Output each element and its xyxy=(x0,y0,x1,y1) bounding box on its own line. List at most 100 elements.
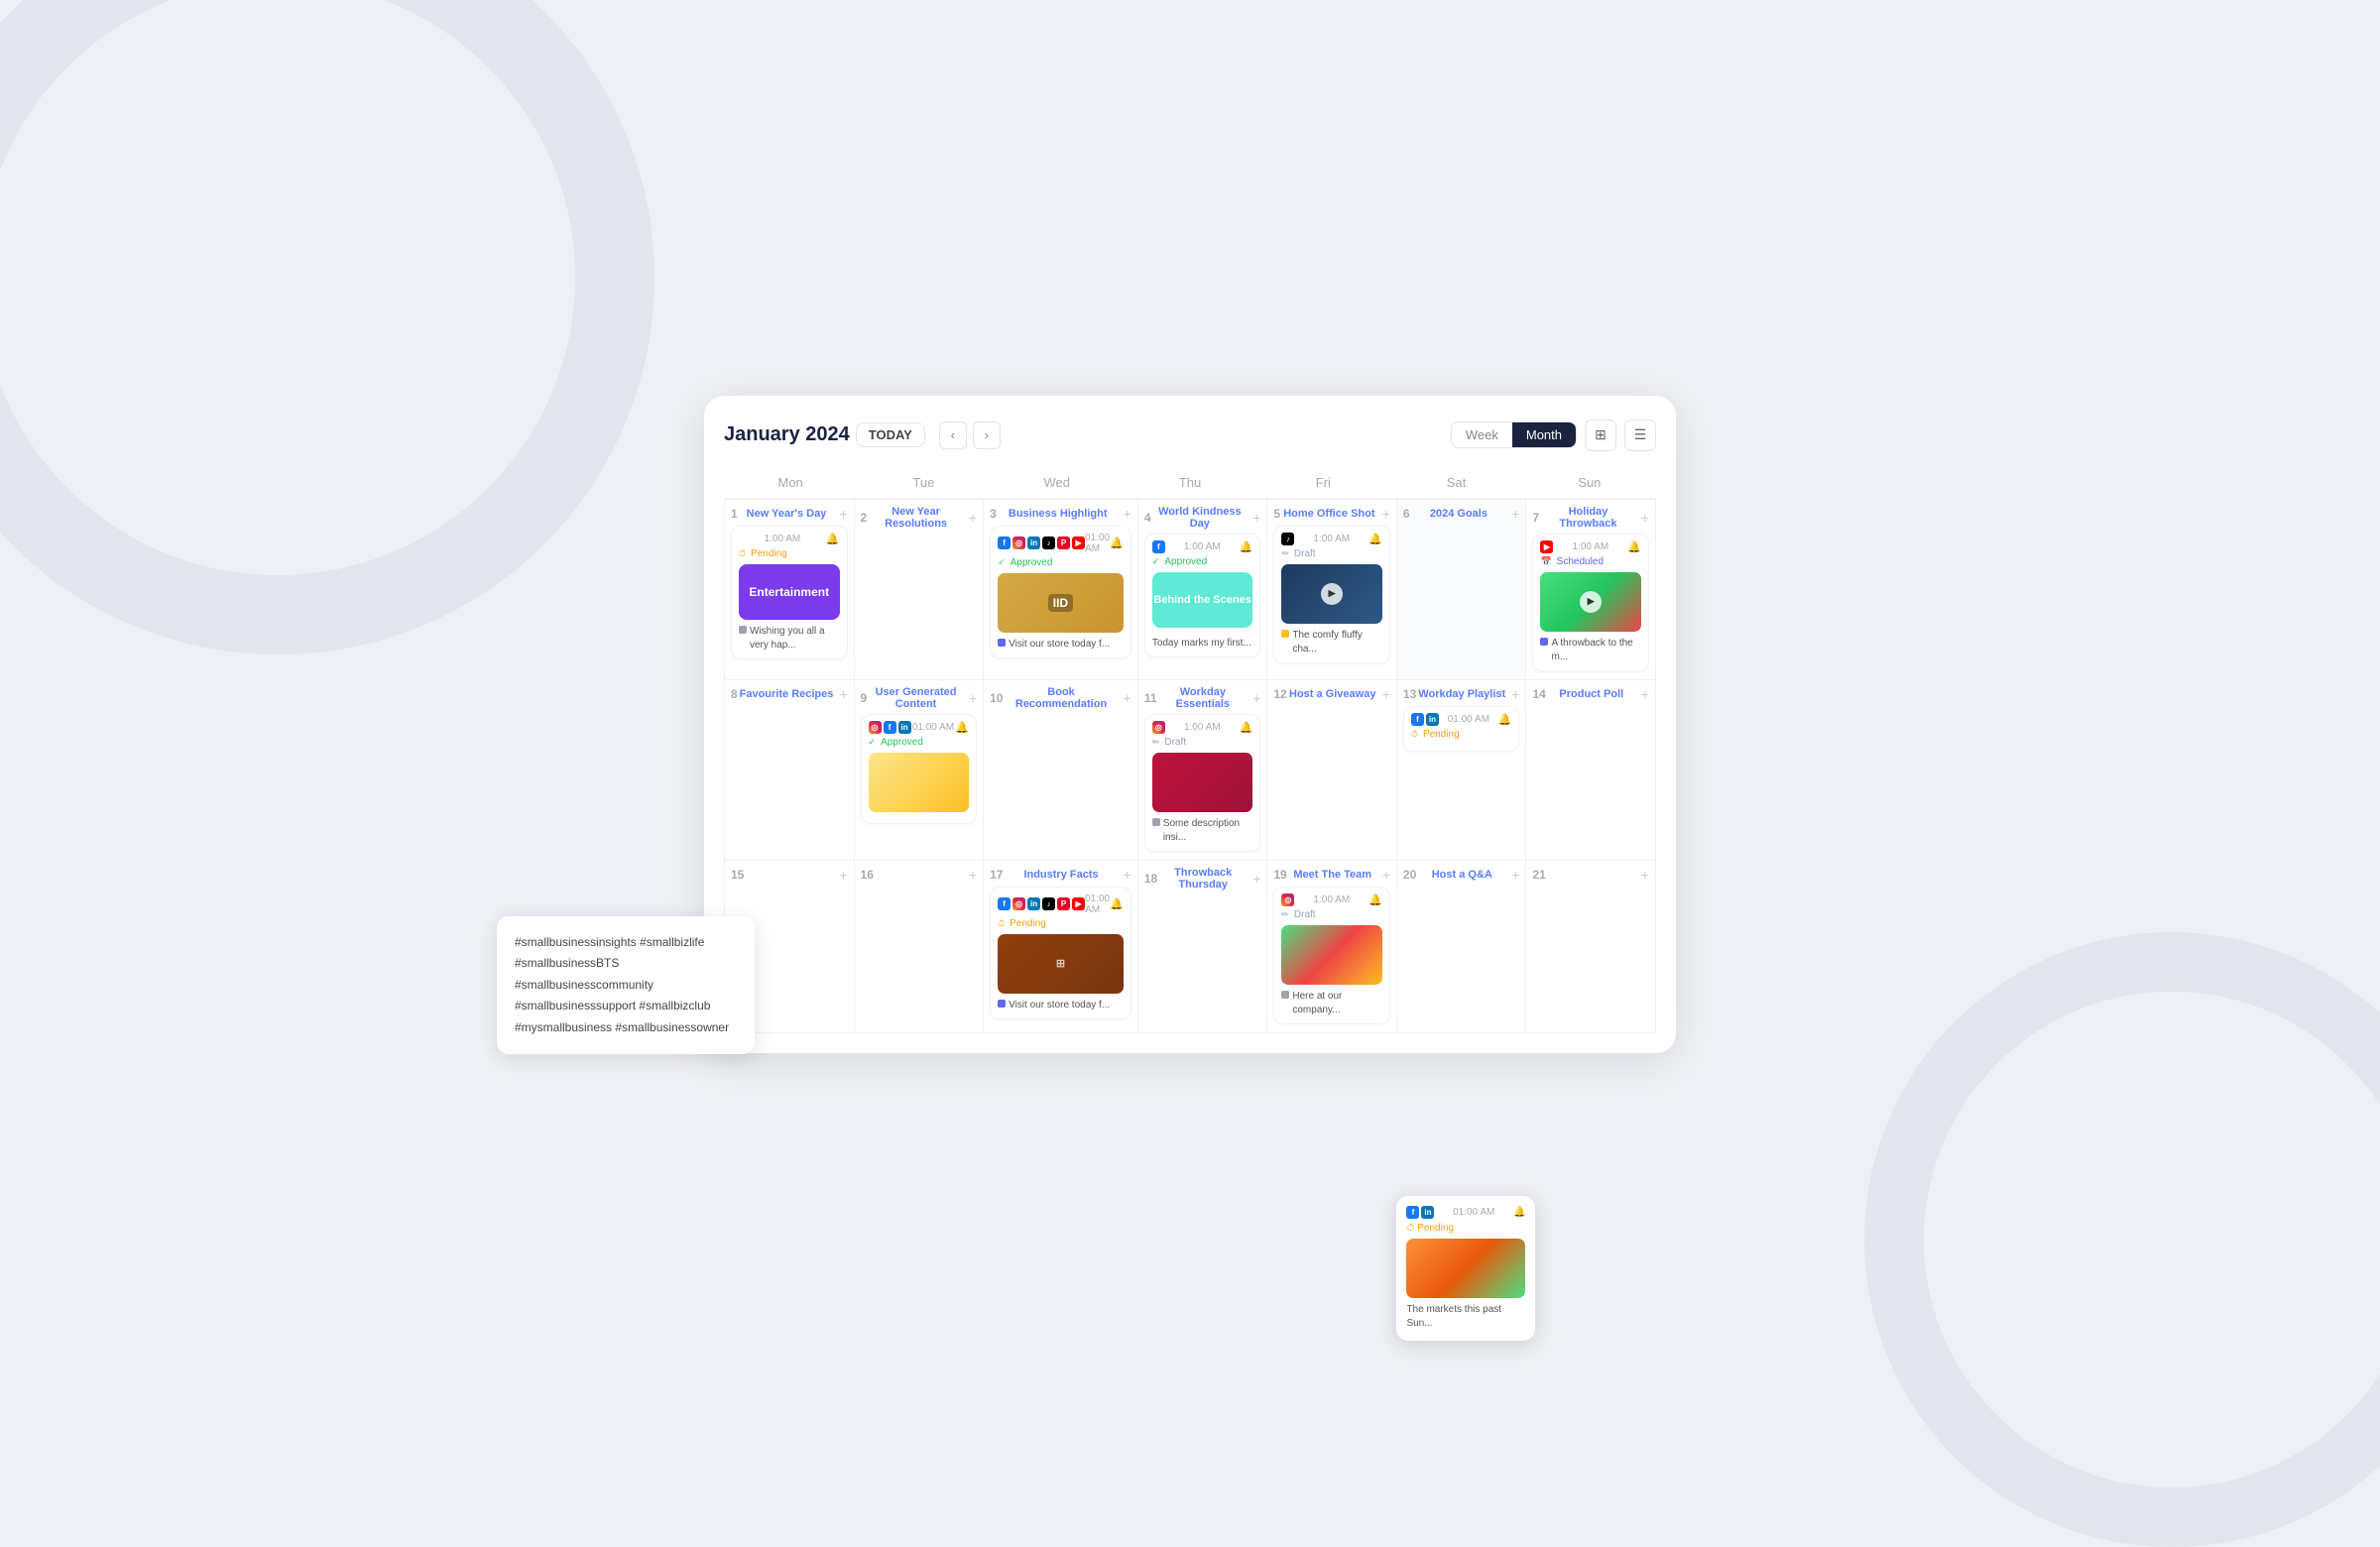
status-icon-5: ✏ xyxy=(1281,548,1289,559)
cell-9: 9 User Generated Content + ◎ f in 01:00 … xyxy=(855,680,985,861)
icon-ig-19: ◎ xyxy=(1281,893,1294,906)
icon-ig-17: ◎ xyxy=(1012,897,1025,910)
cell-add-11[interactable]: + xyxy=(1252,690,1260,706)
cell-title-12[interactable]: Host a Giveaway xyxy=(1287,688,1378,700)
cell-add-15[interactable]: + xyxy=(839,867,847,883)
calendar-nav: ‹ › xyxy=(939,421,1001,449)
status-label-4: Approved xyxy=(1164,556,1207,567)
cell-19: 19 Meet The Team + ◎ 1:00 AM 🔔 ✏ Draft xyxy=(1267,861,1397,1033)
cell-title-19[interactable]: Meet The Team xyxy=(1287,869,1378,881)
status-label-1: Pending xyxy=(751,548,787,559)
cell-num-2: 2 xyxy=(861,511,868,525)
cell-title-1[interactable]: New Year's Day xyxy=(738,508,836,520)
cell-title-6[interactable]: 2024 Goals xyxy=(1410,508,1508,520)
cell-title-4[interactable]: World Kindness Day xyxy=(1151,506,1250,530)
cell-add-12[interactable]: + xyxy=(1382,686,1390,702)
post-status-9: ✓ Approved xyxy=(869,737,970,748)
cell-add-18[interactable]: + xyxy=(1252,871,1260,887)
icon-yt-17: ▶ xyxy=(1072,897,1085,910)
month-view-button[interactable]: Month xyxy=(1512,422,1576,447)
cell-title-2[interactable]: New Year Resolutions xyxy=(867,506,965,530)
post-card-9: ◎ f in 01:00 AM 🔔 ✓ Approved xyxy=(861,714,978,824)
post-thumb-7: ▶ xyxy=(1540,572,1641,632)
post-card-3: f ◎ in ♪ P ▶ 01:00 AM 🔔 ✓ Approved xyxy=(990,526,1131,658)
cell-add-20[interactable]: + xyxy=(1511,867,1519,883)
cell-title-3[interactable]: Business Highlight xyxy=(997,508,1120,520)
cell-title-18[interactable]: Throwback Thursday xyxy=(1157,867,1249,891)
cell-7: 7 Holiday Throwback + ▶ 1:00 AM 🔔 📅 Sche… xyxy=(1526,500,1656,680)
social-icons-11: ◎ xyxy=(1152,721,1165,734)
week-view-button[interactable]: Week xyxy=(1452,422,1512,447)
hashtag-line-2: #smallbusinessBTS #smallbusinesscommunit… xyxy=(515,953,737,996)
cell-add-16[interactable]: + xyxy=(969,867,977,883)
cell-add-8[interactable]: + xyxy=(839,686,847,702)
list-view-button[interactable]: ☰ xyxy=(1624,419,1656,451)
desc-text-3: Visit our store today f... xyxy=(1009,638,1110,652)
cell-num-19: 19 xyxy=(1273,868,1286,882)
cell-add-13[interactable]: + xyxy=(1511,686,1519,702)
icon-yt-3: ▶ xyxy=(1072,536,1085,549)
icon-tk-3: ♪ xyxy=(1042,536,1055,549)
days-header: Mon Tue Wed Thu Fri Sat Sun xyxy=(724,469,1656,499)
post-time-5: 1:00 AM xyxy=(1313,534,1350,544)
cell-title-8[interactable]: Favourite Recipes xyxy=(738,688,836,700)
social-icons-13: f in xyxy=(1411,713,1439,726)
cell-add-6[interactable]: + xyxy=(1511,506,1519,522)
day-fri: Fri xyxy=(1256,469,1389,499)
cell-num-13: 13 xyxy=(1403,687,1416,701)
cell-num-5: 5 xyxy=(1273,507,1280,521)
cell-add-14[interactable]: + xyxy=(1641,686,1649,702)
post-time-11: 1:00 AM xyxy=(1184,722,1221,733)
icon-fb-9: f xyxy=(884,721,896,734)
cell-add-2[interactable]: + xyxy=(969,510,977,526)
cell-20: 20 Host a Q&A + xyxy=(1397,861,1527,1033)
icon-ig-11: ◎ xyxy=(1152,721,1165,734)
post-card-19: ◎ 1:00 AM 🔔 ✏ Draft Here at our company.… xyxy=(1273,887,1390,1024)
cell-add-9[interactable]: + xyxy=(969,690,977,706)
post-card-17: f ◎ in ♪ P ▶ 01:00 AM 🔔 ⏱ Pending xyxy=(990,887,1131,1019)
cell-add-1[interactable]: + xyxy=(839,506,847,522)
grid-view-button[interactable]: ⊞ xyxy=(1585,419,1616,451)
hashtag-line-4: #mysmallbusiness #smallbusinessowner xyxy=(515,1017,737,1039)
cell-add-21[interactable]: + xyxy=(1641,867,1649,883)
cell-num-15: 15 xyxy=(731,868,744,882)
cell-add-17[interactable]: + xyxy=(1124,867,1131,883)
cell-title-10[interactable]: Book Recommendation xyxy=(1003,686,1119,710)
icon-ig-9: ◎ xyxy=(869,721,882,734)
cell-add-4[interactable]: + xyxy=(1252,510,1260,526)
status-label-9: Approved xyxy=(881,737,923,748)
today-button[interactable]: TODAY xyxy=(856,422,925,447)
icon-pi-17: P xyxy=(1057,897,1070,910)
calendar-container: January 2024 TODAY ‹ › Week Month ⊞ ☰ Mo… xyxy=(704,396,1676,1053)
post-bell-1: 🔔 xyxy=(826,533,840,545)
cell-title-7[interactable]: Holiday Throwback xyxy=(1539,506,1637,530)
calendar-header: January 2024 TODAY ‹ › Week Month ⊞ ☰ xyxy=(724,419,1656,451)
status-label-7: Scheduled xyxy=(1557,556,1604,567)
status-label-5: Draft xyxy=(1294,548,1316,559)
calendar-grid: 1 New Year's Day + 1:00 AM 🔔 ⏱ Pending E… xyxy=(724,499,1656,1033)
cell-title-13[interactable]: Workday Playlist xyxy=(1416,688,1507,700)
cell-add-10[interactable]: + xyxy=(1124,690,1131,706)
cell-add-19[interactable]: + xyxy=(1382,867,1390,883)
status-label-19: Draft xyxy=(1294,909,1316,920)
cell-14: 14 Product Poll + xyxy=(1526,680,1656,861)
cell-title-17[interactable]: Industry Facts xyxy=(1003,869,1119,881)
cell-title-5[interactable]: Home Office Shot xyxy=(1280,508,1378,520)
header-right: Week Month ⊞ ☰ xyxy=(1451,419,1656,451)
cell-add-3[interactable]: + xyxy=(1124,506,1131,522)
cell-title-9[interactable]: User Generated Content xyxy=(867,686,965,710)
cell-add-7[interactable]: + xyxy=(1641,510,1649,526)
next-month-button[interactable]: › xyxy=(973,421,1001,449)
thumb-bts-4: Behind the Scenes xyxy=(1152,572,1253,628)
icon-li-17: in xyxy=(1027,897,1040,910)
cell-title-20[interactable]: Host a Q&A xyxy=(1416,869,1507,881)
post-desc-7: A throwback to the m... xyxy=(1540,637,1641,664)
prev-month-button[interactable]: ‹ xyxy=(939,421,967,449)
desc-text-4: Today marks my first... xyxy=(1152,637,1251,651)
cell-title-14[interactable]: Product Poll xyxy=(1546,688,1637,700)
expanded-post-popup: f in 01:00 AM 🔔 ⏱ Pending The markets th… xyxy=(1396,1196,1535,1341)
cell-add-5[interactable]: + xyxy=(1382,506,1390,522)
cell-title-11[interactable]: Workday Essentials xyxy=(1157,686,1250,710)
icon-li-13: in xyxy=(1426,713,1439,726)
post-status-17: ⏱ Pending xyxy=(998,918,1124,929)
